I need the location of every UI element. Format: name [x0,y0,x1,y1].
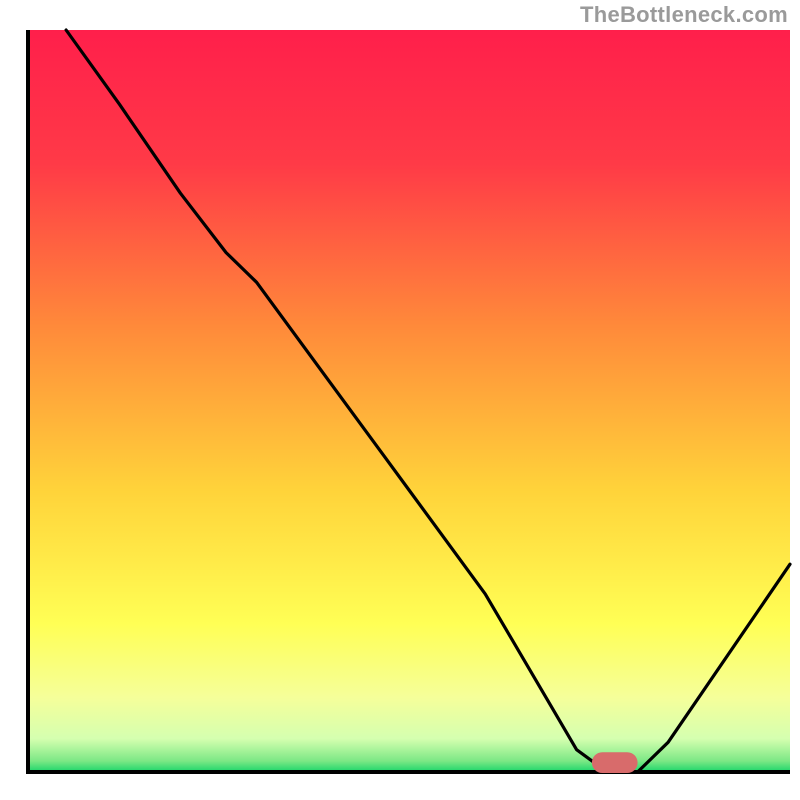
gradient-background [28,30,790,772]
bottleneck-chart [0,0,800,800]
watermark-text: TheBottleneck.com [580,2,788,28]
optimum-marker [592,752,638,773]
chart-container: TheBottleneck.com [0,0,800,800]
